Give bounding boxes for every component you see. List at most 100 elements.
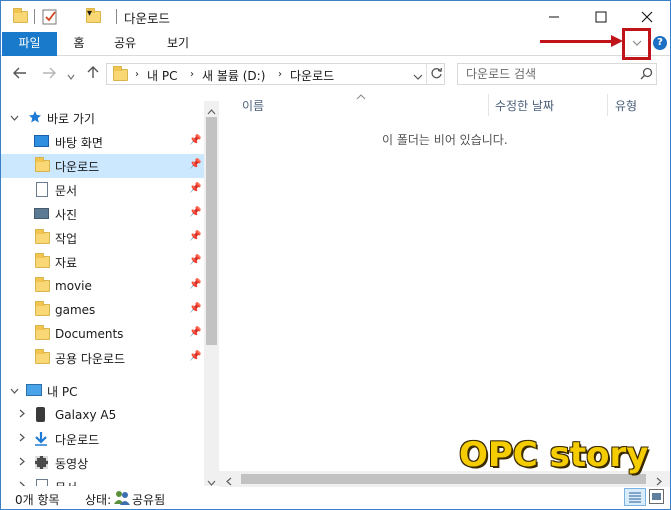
pin-icon[interactable]: 📌 <box>189 159 201 170</box>
pin-icon[interactable]: 📌 <box>189 231 201 242</box>
recent-dropdown-icon[interactable] <box>67 66 75 84</box>
pin-icon[interactable]: 📌 <box>189 351 201 362</box>
forward-arrow-icon[interactable] <box>42 65 56 83</box>
qa-customize-icon[interactable]: ▾ <box>87 8 92 26</box>
ribbon-tabs: 파일 홈 공유 보기 ? <box>1 32 670 56</box>
column-header-name[interactable]: 이름 <box>242 97 264 114</box>
state-label: 상태: <box>85 493 112 507</box>
pin-icon[interactable]: 📌 <box>189 135 201 146</box>
nav-label: 공용 다운로드 <box>55 351 126 366</box>
nav-label: 동영상 <box>55 456 89 471</box>
refresh-icon[interactable] <box>430 67 443 83</box>
pin-icon[interactable]: 📌 <box>189 279 201 290</box>
nav-this-pc[interactable]: 내 PC <box>1 379 204 403</box>
breadcrumb-separator[interactable]: › <box>278 69 282 80</box>
folder-icon <box>35 253 50 268</box>
nav-item-games[interactable]: games 📌 <box>1 298 204 322</box>
nav-item-materials[interactable]: 자료 📌 <box>1 250 204 274</box>
scroll-up-icon[interactable] <box>207 104 216 118</box>
annotation-arrow <box>540 40 613 43</box>
desktop-icon <box>34 135 49 147</box>
nav-item-pc-downloads[interactable]: 다운로드 <box>1 427 204 451</box>
chevron-right-icon[interactable] <box>19 409 25 421</box>
computer-icon <box>26 384 42 396</box>
folder-icon <box>35 325 50 340</box>
users-icon <box>113 490 131 508</box>
nav-item-work[interactable]: 작업 📌 <box>1 226 204 250</box>
nav-item-downloads[interactable]: 다운로드 📌 <box>1 154 204 178</box>
column-header-modified[interactable]: 수정한 날짜 <box>495 97 554 114</box>
chevron-right-icon[interactable] <box>19 457 25 469</box>
picture-icon <box>34 208 49 219</box>
folder-icon <box>35 157 50 172</box>
chevron-down-icon[interactable] <box>10 386 19 397</box>
window-title: 다운로드 <box>124 11 171 26</box>
nav-label: Documents <box>55 327 124 341</box>
nav-label: 바로 가기 <box>47 111 95 126</box>
column-divider[interactable] <box>607 94 608 116</box>
folder-icon <box>113 66 128 81</box>
nav-item-pictures[interactable]: 사진 📌 <box>1 202 204 226</box>
help-icon[interactable]: ? <box>653 36 667 50</box>
search-input[interactable] <box>458 64 628 84</box>
column-header-type[interactable]: 유형 <box>615 97 637 114</box>
breadcrumb-downloads[interactable]: 다운로드 <box>290 67 334 84</box>
nav-item-documents-folder[interactable]: Documents 📌 <box>1 322 204 346</box>
empty-folder-message: 이 폴더는 비어 있습니다. <box>382 133 508 147</box>
folder-icon <box>35 229 50 244</box>
state-value: 공유됨 <box>132 493 166 507</box>
folder-icon <box>13 8 28 23</box>
nav-scrollbar-thumb[interactable] <box>206 117 217 345</box>
pin-icon[interactable]: 📌 <box>189 255 201 266</box>
nav-quick-access[interactable]: 바로 가기 <box>1 106 204 130</box>
star-icon <box>28 110 42 127</box>
folder-icon <box>35 277 50 292</box>
nav-item-documents[interactable]: 문서 📌 <box>1 178 204 202</box>
nav-item-movie[interactable]: movie 📌 <box>1 274 204 298</box>
nav-item-pc-documents[interactable]: 문서 <box>1 475 204 486</box>
chevron-down-icon[interactable] <box>10 113 19 124</box>
breadcrumb-volume[interactable]: 새 볼륨 (D:) <box>202 67 265 84</box>
content-scrollbar-thumb[interactable] <box>241 474 646 484</box>
pin-icon[interactable]: 📌 <box>189 327 201 338</box>
explorer-window: ▾ 다운로드 파일 홈 공유 보기 ? › 내 PC › 새 볼륨 (D:) ›… <box>0 0 671 510</box>
column-divider[interactable] <box>488 94 489 116</box>
pin-icon[interactable]: 📌 <box>189 207 201 218</box>
details-view-button[interactable] <box>624 488 646 506</box>
status-bar: 0개 항목 상태: 공유됨 <box>1 487 670 509</box>
nav-label: 다운로드 <box>55 159 100 174</box>
maximize-button[interactable] <box>578 1 624 32</box>
pin-icon[interactable]: 📌 <box>189 183 201 194</box>
minimize-button[interactable] <box>531 1 577 32</box>
watermark: OPC story <box>459 435 649 475</box>
search-box[interactable] <box>457 63 657 85</box>
nav-item-public-downloads[interactable]: 공용 다운로드 📌 <box>1 346 204 370</box>
divider <box>34 9 35 24</box>
nav-item-videos[interactable]: 동영상 <box>1 451 204 475</box>
up-arrow-icon[interactable] <box>87 65 99 83</box>
properties-icon[interactable] <box>42 8 58 26</box>
pin-icon[interactable]: 📌 <box>189 303 201 314</box>
tab-view[interactable]: 보기 <box>157 32 199 56</box>
tab-file[interactable]: 파일 <box>2 32 57 56</box>
address-bar[interactable]: › 내 PC › 새 볼륨 (D:) › 다운로드 <box>106 63 445 85</box>
large-icons-view-button[interactable] <box>649 489 664 504</box>
nav-label: games <box>55 303 96 317</box>
nav-label: 내 PC <box>47 384 78 399</box>
tab-home[interactable]: 홈 <box>63 32 95 56</box>
nav-label: 문서 <box>55 479 77 487</box>
address-dropdown-icon[interactable] <box>413 70 423 84</box>
search-icon[interactable] <box>640 67 653 83</box>
tab-share[interactable]: 공유 <box>105 32 145 56</box>
title-bar: ▾ 다운로드 <box>1 1 670 32</box>
breadcrumb-separator[interactable]: › <box>190 69 194 80</box>
nav-item-desktop[interactable]: 바탕 화면 📌 <box>1 130 204 154</box>
chevron-right-icon[interactable] <box>19 481 25 486</box>
nav-item-galaxy[interactable]: Galaxy A5 <box>1 403 204 427</box>
thumbnail-icon <box>652 493 661 500</box>
back-arrow-icon[interactable] <box>13 65 27 83</box>
breadcrumb-separator[interactable]: › <box>135 69 139 80</box>
breadcrumb-this-pc[interactable]: 내 PC <box>147 67 177 84</box>
chevron-right-icon[interactable] <box>19 433 25 445</box>
navigation-pane: 바로 가기 바탕 화면 📌 다운로드 📌 문서 📌 사진 📌 작업 📌 자료 📌… <box>1 101 219 486</box>
